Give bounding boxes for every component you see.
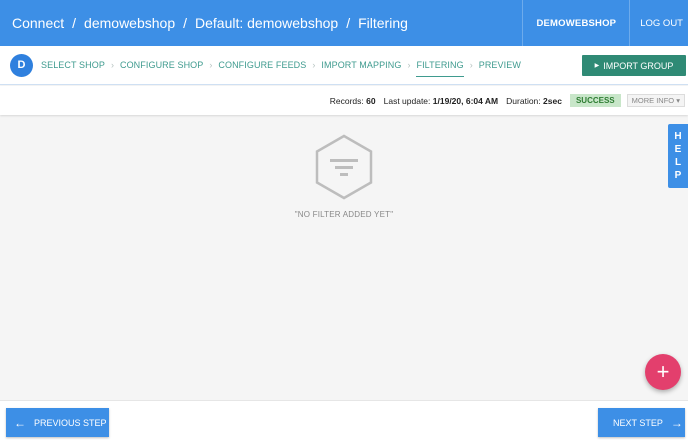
plus-icon: + [656,359,670,384]
breadcrumb-current: Filtering [358,15,408,31]
more-info-label: MORE INFO [631,96,675,105]
import-stats-bar: Records: 60 Last update: 1/19/20, 6:04 A… [0,86,688,115]
add-filter-button[interactable]: + [645,354,681,390]
step-import-mapping[interactable]: IMPORT MAPPING [321,46,401,85]
help-letter: H [674,131,682,142]
help-tab[interactable]: H E L P [668,124,688,188]
step-configure-shop[interactable]: CONFIGURE SHOP [120,46,203,85]
play-icon: ▶ [594,63,600,69]
next-step-label: NEXT STEP [613,417,663,428]
footer-bar: ← PREVIOUS STEP NEXT STEP → [0,400,688,440]
duration-label: Duration: [506,95,541,106]
duration-value: 2sec [543,95,562,106]
shop-name-button[interactable]: DEMOWEBSHOP [522,0,629,46]
records-label: Records: [329,95,364,106]
import-group-button[interactable]: ▶ IMPORT GROUP [582,55,686,76]
status-badge: SUCCESS [569,94,621,107]
help-letter: P [674,170,682,181]
breadcrumb-separator: / [183,15,187,31]
arrow-right-icon: → [670,415,683,430]
breadcrumb-connect[interactable]: Connect [12,15,64,31]
caret-down-icon: ▾ [676,96,680,105]
step-select-shop[interactable]: SELECT SHOP [41,46,105,85]
previous-step-button[interactable]: ← PREVIOUS STEP [6,408,109,437]
breadcrumb: Connect / demowebshop / Default: demoweb… [0,15,522,31]
last-update-stat: Last update: 1/19/20, 6:04 AM [384,96,499,106]
next-step-button[interactable]: NEXT STEP → [598,408,685,437]
last-update-label: Last update: [383,95,431,106]
empty-state: "NO FILTER ADDED YET" [0,134,688,219]
duration-stat: Duration: 2sec [506,96,562,106]
records-value: 60 [366,95,376,106]
steps-bar: D SELECT SHOP › CONFIGURE SHOP › CONFIGU… [0,46,688,85]
step-configure-feeds[interactable]: CONFIGURE FEEDS [218,46,306,85]
chevron-right-icon: › [407,60,411,70]
previous-step-label: PREVIOUS STEP [34,417,107,428]
avatar[interactable]: D [10,53,33,77]
logout-button[interactable]: LOG OUT [629,0,688,46]
import-group-label: IMPORT GROUP [603,60,674,71]
help-letter: E [674,144,682,155]
records-stat: Records: 60 [330,96,376,106]
breadcrumb-config[interactable]: Default: demowebshop [195,15,338,31]
filter-icon [315,134,373,200]
breadcrumb-separator: / [346,15,351,31]
help-letter: L [674,157,682,168]
chevron-right-icon: › [110,60,114,70]
arrow-left-icon: ← [14,415,26,430]
empty-state-message: "NO FILTER ADDED YET" [294,210,394,219]
chevron-right-icon: › [312,60,316,70]
more-info-button[interactable]: MORE INFO ▾ [626,94,685,107]
chevron-right-icon: › [469,60,473,70]
step-preview[interactable]: PREVIEW [479,46,521,85]
step-navigation: SELECT SHOP › CONFIGURE SHOP › CONFIGURE… [41,46,521,85]
last-update-value: 1/19/20, 6:04 AM [432,95,499,106]
top-header: Connect / demowebshop / Default: demoweb… [0,0,688,46]
step-filtering[interactable]: FILTERING [416,46,464,85]
chevron-right-icon: › [209,60,213,70]
breadcrumb-separator: / [72,15,77,31]
breadcrumb-shop[interactable]: demowebshop [84,15,175,31]
